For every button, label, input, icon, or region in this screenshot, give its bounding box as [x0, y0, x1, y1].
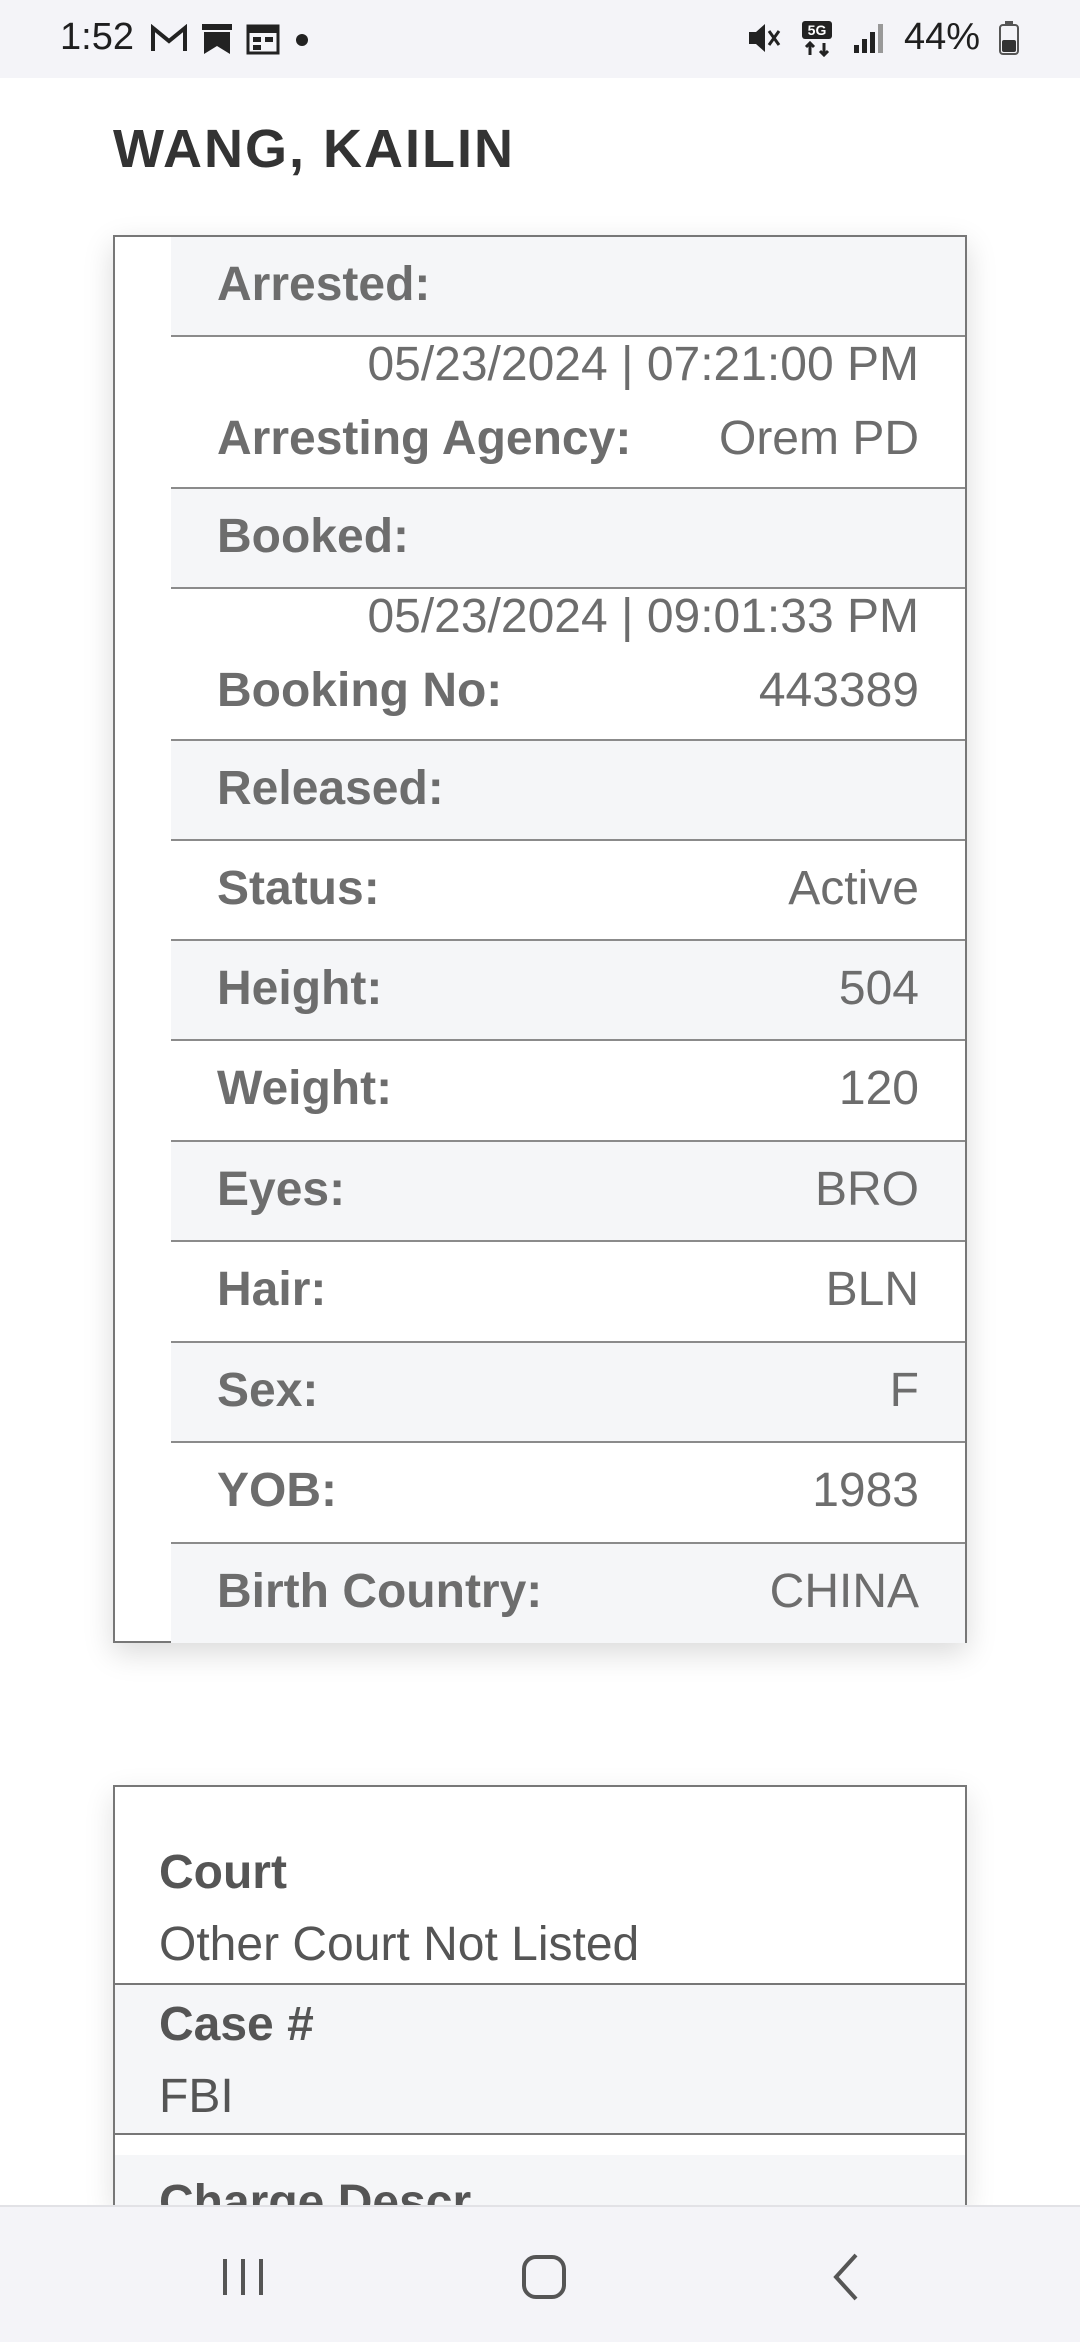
page-title: WANG, KAILIN: [113, 119, 515, 179]
arresting-agency-label: Arresting Agency:: [217, 412, 632, 465]
recent-apps-icon[interactable]: [213, 2247, 273, 2307]
battery-icon: [999, 20, 1019, 55]
booked-label: Booked:: [217, 510, 409, 563]
inmate-details-card: Arrested: 05/23/2024 | 07:21:00 PM Arres…: [113, 235, 967, 1643]
5g-icon: 5G: [801, 20, 832, 57]
row-arrested: Arrested:: [171, 237, 965, 337]
court-label: Court: [159, 1846, 287, 1899]
row-booked: Booked:: [171, 489, 965, 589]
row-yob: YOB: 1983: [171, 1443, 965, 1544]
charges-card: Court Other Court Not Listed Case # FBI …: [113, 1785, 967, 2205]
arrested-label: Arrested:: [217, 258, 431, 311]
status-value: Active: [788, 862, 919, 915]
home-icon[interactable]: [514, 2247, 574, 2307]
battery-percent: 44%: [903, 16, 980, 58]
row-released: Released:: [171, 741, 965, 841]
row-hair: Hair: BLN: [171, 1242, 965, 1343]
hair-label: Hair:: [217, 1263, 327, 1316]
case-block: Case # FBI: [115, 1985, 965, 2135]
row-height: Height: 504: [171, 941, 965, 1041]
dot-icon: [296, 34, 308, 46]
weight-label: Weight:: [217, 1062, 393, 1115]
bookmark-notification-icon: [202, 24, 232, 54]
status-time: 1:52: [60, 16, 134, 58]
mute-icon: [748, 23, 781, 52]
hair-value: BLN: [825, 1263, 919, 1316]
court-value: Other Court Not Listed: [159, 1918, 640, 1971]
row-sex: Sex: F: [171, 1343, 965, 1443]
row-weight: Weight: 120: [171, 1041, 965, 1142]
birth-country-value: CHINA: [769, 1565, 919, 1618]
height-label: Height:: [217, 962, 383, 1015]
released-label: Released:: [217, 762, 444, 815]
booking-no-label: Booking No:: [217, 664, 503, 717]
row-arrest-detail: 05/23/2024 | 07:21:00 PM Arresting Agenc…: [171, 337, 965, 489]
yob-label: YOB:: [217, 1464, 337, 1517]
court-block: Court Other Court Not Listed: [115, 1787, 965, 1985]
status-bar: 1:52 5G 44%: [0, 0, 1080, 78]
system-icons: 5G 44%: [746, 16, 1020, 59]
navigation-bar: [0, 2205, 1080, 2342]
arresting-agency-value: Orem PD: [718, 412, 919, 465]
row-birth-country: Birth Country: CHINA: [171, 1544, 965, 1643]
yob-value: 1983: [812, 1464, 919, 1517]
back-icon[interactable]: [818, 2247, 878, 2307]
sex-label: Sex:: [217, 1364, 319, 1417]
booked-value: 05/23/2024 | 09:01:33 PM: [367, 590, 919, 643]
eyes-value: BRO: [814, 1163, 919, 1216]
gmail-icon: [151, 24, 187, 51]
charge-descr-label: Charge Descr: [159, 2176, 472, 2205]
row-status: Status: Active: [171, 841, 965, 941]
row-eyes: Eyes: BRO: [171, 1142, 965, 1242]
details-table: Arrested: 05/23/2024 | 07:21:00 PM Arres…: [171, 237, 965, 1643]
status-label: Status:: [217, 862, 380, 915]
charge-block: Charge Descr: [115, 2135, 965, 2205]
arrested-value: 05/23/2024 | 07:21:00 PM: [367, 338, 919, 391]
row-booking-detail: 05/23/2024 | 09:01:33 PM Booking No: 443…: [171, 589, 965, 741]
weight-value: 120: [838, 1062, 919, 1115]
case-value: FBI: [159, 2070, 234, 2123]
signal-icon: [853, 23, 883, 53]
sex-value: F: [889, 1364, 919, 1417]
birth-country-label: Birth Country:: [217, 1565, 543, 1618]
svg-text:5G: 5G: [808, 22, 827, 38]
eyes-label: Eyes:: [217, 1163, 346, 1216]
booking-no-value: 443389: [758, 664, 919, 717]
height-value: 504: [838, 962, 919, 1015]
calendar-icon: [246, 24, 280, 55]
notification-icons: [150, 22, 312, 56]
case-label: Case #: [159, 1998, 314, 2051]
